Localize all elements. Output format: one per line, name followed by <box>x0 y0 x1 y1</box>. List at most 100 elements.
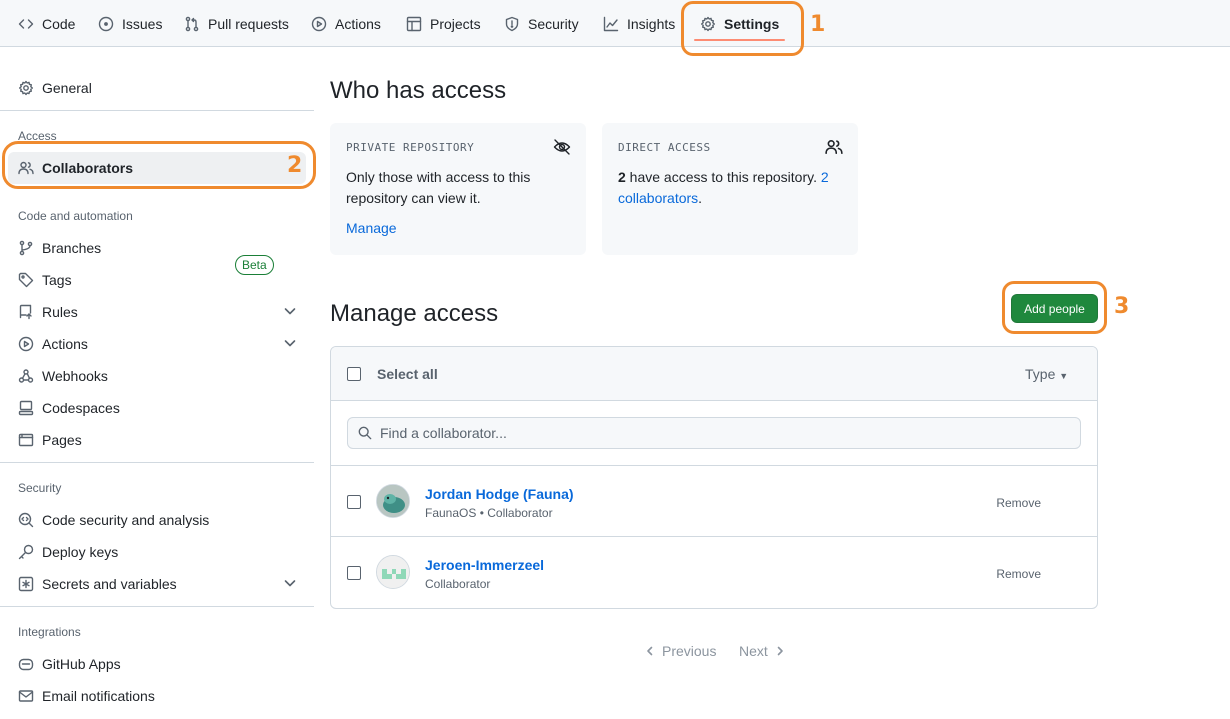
previous-page-button[interactable]: Previous <box>644 643 716 659</box>
sidebar-heading-integrations: Integrations <box>18 625 81 639</box>
sidebar-item-label: Actions <box>42 336 88 352</box>
sidebar-item-label: Webhooks <box>42 368 108 384</box>
chevron-down-icon[interactable] <box>282 303 298 319</box>
webhook-icon <box>18 369 34 383</box>
tab-projects[interactable]: Projects <box>406 0 481 47</box>
tab-label: Actions <box>335 15 381 32</box>
tab-insights[interactable]: Insights <box>603 0 675 47</box>
sidebar-item-email-notifications[interactable]: Email notifications <box>8 680 306 712</box>
sidebar-item-label: Deploy keys <box>42 544 119 560</box>
sidebar-item-label: Email notifications <box>42 688 155 704</box>
beta-badge: Beta <box>235 255 274 275</box>
annotation-number: 1 <box>810 12 826 37</box>
tab-label: Security <box>528 15 579 32</box>
select-all-checkbox[interactable] <box>347 367 361 381</box>
settings-sidebar: General Access Collaborators Code and au… <box>0 47 314 719</box>
issue-opened-icon <box>98 16 114 31</box>
sidebar-item-github-apps[interactable]: GitHub Apps <box>8 648 306 680</box>
graph-icon <box>603 16 619 31</box>
search-icon <box>358 426 372 440</box>
git-branch-icon <box>19 240 33 256</box>
sidebar-item-label: Branches <box>42 240 102 256</box>
sidebar-item-label: Codespaces <box>42 400 120 416</box>
play-icon <box>18 336 34 352</box>
card-title: PRIVATE REPOSITORY <box>346 141 475 154</box>
chevron-left-icon <box>647 646 653 656</box>
eye-closed-icon <box>553 139 571 155</box>
row-checkbox[interactable] <box>347 495 361 509</box>
remove-collaborator-button[interactable]: Remove <box>996 496 1041 510</box>
collaborator-name-link[interactable]: Jordan Hodge (Fauna) <box>425 486 574 502</box>
sidebar-item-general[interactable]: General <box>8 72 306 104</box>
play-icon <box>311 16 327 31</box>
next-page-button[interactable]: Next <box>739 643 786 659</box>
sidebar-item-code-security[interactable]: Code security and analysis <box>8 504 306 536</box>
sidebar-item-label: Collaborators <box>42 160 134 176</box>
sidebar-item-label: Tags <box>42 272 72 288</box>
shield-icon <box>505 16 519 31</box>
sidebar-item-webhooks[interactable]: Webhooks <box>8 360 306 392</box>
key-icon <box>18 544 34 560</box>
tab-code[interactable]: Code <box>18 0 75 47</box>
collaborator-row: Jeroen-Immerzeel Collaborator Remove <box>331 536 1097 607</box>
divider <box>0 110 314 111</box>
people-icon <box>18 161 34 175</box>
sidebar-item-label: Secrets and variables <box>42 576 177 592</box>
tab-settings[interactable]: Settings <box>693 0 786 47</box>
card-title: DIRECT ACCESS <box>618 141 711 154</box>
tab-pull-requests[interactable]: Pull requests <box>184 0 289 47</box>
sidebar-item-label: Code security and analysis <box>42 512 210 528</box>
chevron-right-icon <box>777 646 783 656</box>
card-text: Only those with access to this repositor… <box>346 169 531 206</box>
avatar <box>376 484 410 518</box>
sidebar-heading-security: Security <box>18 481 62 495</box>
find-collaborator-search <box>347 417 1081 449</box>
code-icon <box>18 18 34 29</box>
collaborator-name-link[interactable]: Jeroen-Immerzeel <box>425 557 544 573</box>
sidebar-item-label: Pages <box>42 432 82 448</box>
avatar <box>376 555 410 589</box>
annotation-number: 2 <box>287 153 303 178</box>
key-asterisk-icon <box>18 576 34 592</box>
access-count: 2 <box>618 169 626 185</box>
direct-access-card: DIRECT ACCESS 2 have access to this repo… <box>602 123 858 255</box>
tab-security[interactable]: Security <box>504 0 579 47</box>
add-people-button[interactable]: Add people <box>1011 294 1098 323</box>
sidebar-item-codespaces[interactable]: Codespaces <box>8 392 306 424</box>
git-pull-request-icon <box>185 16 199 31</box>
sidebar-item-label: General <box>42 80 92 96</box>
collaborator-role: FaunaOS • Collaborator <box>425 506 553 520</box>
tab-issues[interactable]: Issues <box>98 0 162 47</box>
search-input[interactable] <box>380 418 1070 448</box>
chevron-down-icon[interactable] <box>282 575 298 591</box>
tab-label: Issues <box>122 15 163 32</box>
codescan-icon <box>18 512 34 528</box>
gear-icon <box>19 80 33 96</box>
sidebar-item-actions[interactable]: Actions <box>8 328 306 360</box>
collaborator-role: Collaborator <box>425 577 491 591</box>
sidebar-heading-access: Access <box>18 129 57 143</box>
sidebar-item-collaborators[interactable]: Collaborators <box>8 152 306 184</box>
sidebar-item-secrets[interactable]: Secrets and variables <box>8 568 306 600</box>
divider <box>0 606 314 607</box>
gear-icon <box>701 16 715 31</box>
manage-visibility-link[interactable]: Manage <box>346 220 397 236</box>
browser-icon <box>18 433 34 447</box>
sidebar-item-label: GitHub Apps <box>42 656 121 672</box>
sidebar-item-deploy-keys[interactable]: Deploy keys <box>8 536 306 568</box>
tab-label: Insights <box>627 15 676 32</box>
collaborators-box: Select all Type ▼ Jordan Hodge (Fauna) F… <box>330 346 1098 609</box>
tab-actions[interactable]: Actions <box>311 0 381 47</box>
tag-icon <box>18 272 34 288</box>
divider <box>0 462 314 463</box>
remove-collaborator-button[interactable]: Remove <box>996 567 1041 581</box>
chevron-down-icon[interactable] <box>282 335 298 351</box>
sidebar-item-rules[interactable]: Rules <box>8 296 306 328</box>
type-filter-dropdown[interactable]: Type ▼ <box>1025 366 1068 382</box>
caret-down-icon: ▼ <box>1059 371 1069 381</box>
mail-icon <box>18 690 34 702</box>
sidebar-item-pages[interactable]: Pages <box>8 424 306 456</box>
row-checkbox[interactable] <box>347 566 361 580</box>
repo-nav: Code Issues Pull requests Actions Projec… <box>0 0 1230 47</box>
tab-label: Projects <box>430 15 481 32</box>
